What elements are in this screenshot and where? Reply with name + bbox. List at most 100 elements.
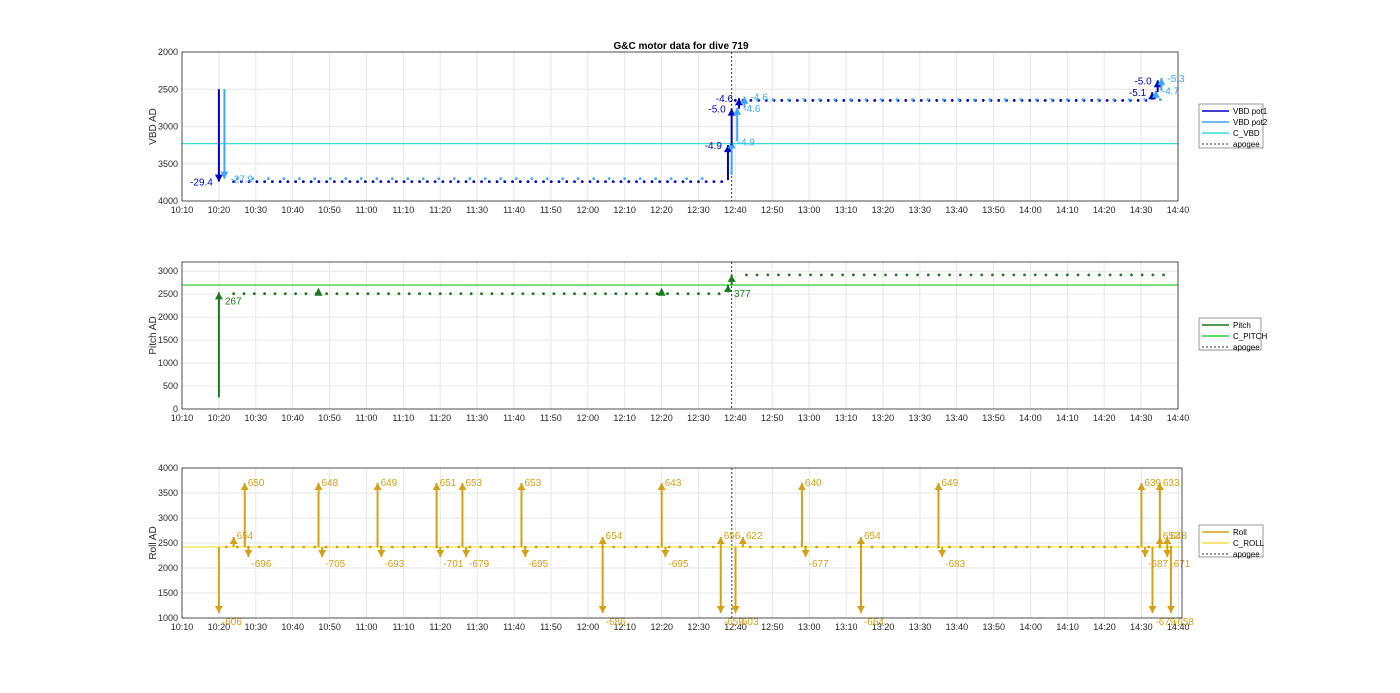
y-tick-label: 3500: [158, 488, 178, 498]
data-point: [549, 180, 553, 184]
data-point: [1028, 99, 1032, 102]
data-point: [402, 180, 406, 184]
y-tick-label: 3000: [158, 266, 178, 276]
y-tick-label: 1000: [158, 613, 178, 623]
y-axis-label: Roll AD: [148, 526, 159, 559]
data-point: [468, 177, 472, 181]
roll-spike-label: -687: [1148, 559, 1168, 570]
data-point: [771, 98, 775, 102]
data-point: [673, 180, 677, 184]
data-point: [263, 180, 267, 184]
data-point: [588, 180, 592, 184]
x-tick-label: 10:30: [245, 622, 268, 632]
legend-label: apogee: [1233, 550, 1260, 559]
data-point: [619, 180, 623, 184]
data-point: [842, 99, 846, 102]
roll-spike-label: 633: [1163, 478, 1180, 489]
data-point: [997, 99, 1001, 102]
move-label: -4.9: [738, 137, 756, 148]
data-point: [596, 180, 600, 184]
roll-spike-label: 654: [606, 531, 623, 542]
data-point: [530, 177, 534, 181]
data-point: [346, 545, 350, 549]
data-point: [258, 545, 261, 549]
x-tick-label: 13:50: [983, 622, 1006, 632]
data-point: [232, 292, 236, 296]
data-point: [335, 292, 339, 296]
x-tick-label: 10:30: [245, 413, 268, 423]
data-point: [826, 545, 830, 549]
data-point: [317, 180, 321, 184]
data-point: [286, 180, 290, 184]
data-point: [565, 180, 569, 184]
data-point: [972, 98, 976, 102]
data-point: [446, 545, 450, 549]
data-point: [511, 180, 514, 184]
data-point: [1103, 545, 1106, 549]
move-label: -4.6: [743, 104, 761, 115]
panel-roll: 10:10 10:20 10:30 10:40 10:50 11:00 11:10 11:20…: [148, 463, 1265, 632]
data-point: [348, 180, 352, 184]
data-point: [368, 545, 372, 549]
data-point: [1047, 545, 1051, 549]
data-point: [780, 99, 784, 102]
data-point: [280, 545, 284, 549]
data-point: [957, 98, 961, 102]
x-tick-label: 13:30: [909, 622, 932, 632]
data-point: [1130, 273, 1133, 277]
data-point: [356, 292, 359, 296]
data-point: [1065, 98, 1069, 102]
move-label: -5.0: [1134, 76, 1152, 87]
data-point: [1081, 98, 1085, 102]
data-point: [1151, 273, 1155, 277]
data-point: [802, 98, 806, 102]
data-point: [635, 292, 638, 296]
y-tick-label: 4000: [158, 196, 178, 206]
y-tick-label: 3000: [158, 513, 178, 523]
legend-label: Pitch: [1233, 321, 1251, 330]
data-point: [623, 177, 627, 181]
data-point: [500, 292, 504, 296]
x-tick-label: 11:00: [356, 622, 378, 632]
data-point: [545, 545, 549, 549]
data-point: [452, 177, 456, 181]
data-point: [1043, 99, 1047, 102]
data-point: [937, 273, 941, 277]
x-tick-label: 12:40: [724, 205, 747, 215]
x-tick-label: 14:00: [1019, 622, 1042, 632]
x-tick-label: 13:10: [835, 205, 858, 215]
x-tick-label: 12:50: [761, 622, 784, 632]
x-tick-label: 10:20: [208, 205, 231, 215]
data-point: [424, 545, 427, 549]
x-tick-label: 11:10: [392, 413, 414, 423]
data-point: [1125, 545, 1129, 549]
x-tick-label: 13:50: [982, 205, 1005, 215]
data-point: [1033, 273, 1037, 277]
data-point: [604, 292, 607, 296]
legend-label: C_ROLL: [1233, 539, 1265, 548]
data-point: [390, 177, 394, 181]
subplots: 10:10 10:20 10:30 10:40 10:50 11:00 11:10 11:20…: [148, 47, 1268, 632]
roll-spike-label: 650: [248, 478, 265, 489]
data-point: [456, 180, 460, 184]
data-point: [428, 292, 432, 296]
data-point: [700, 545, 704, 549]
data-point: [733, 99, 737, 102]
data-point: [1001, 273, 1005, 277]
roll-spike-label: 653: [465, 478, 482, 489]
data-point: [815, 545, 819, 549]
x-tick-label: 13:20: [872, 413, 895, 423]
x-tick-label: 10:40: [281, 622, 304, 632]
x-tick-label: 14:20: [1093, 413, 1116, 423]
data-point: [568, 545, 571, 549]
x-tick-label: 12:50: [761, 205, 784, 215]
data-point: [449, 292, 452, 296]
data-point: [904, 99, 908, 102]
plot-area: [182, 262, 1178, 409]
data-point: [991, 273, 994, 277]
data-point: [1012, 99, 1016, 102]
roll-spike-label: -677: [809, 559, 829, 570]
data-point: [787, 273, 791, 277]
data-point: [1136, 99, 1140, 102]
roll-spike-label: 648: [322, 478, 339, 489]
